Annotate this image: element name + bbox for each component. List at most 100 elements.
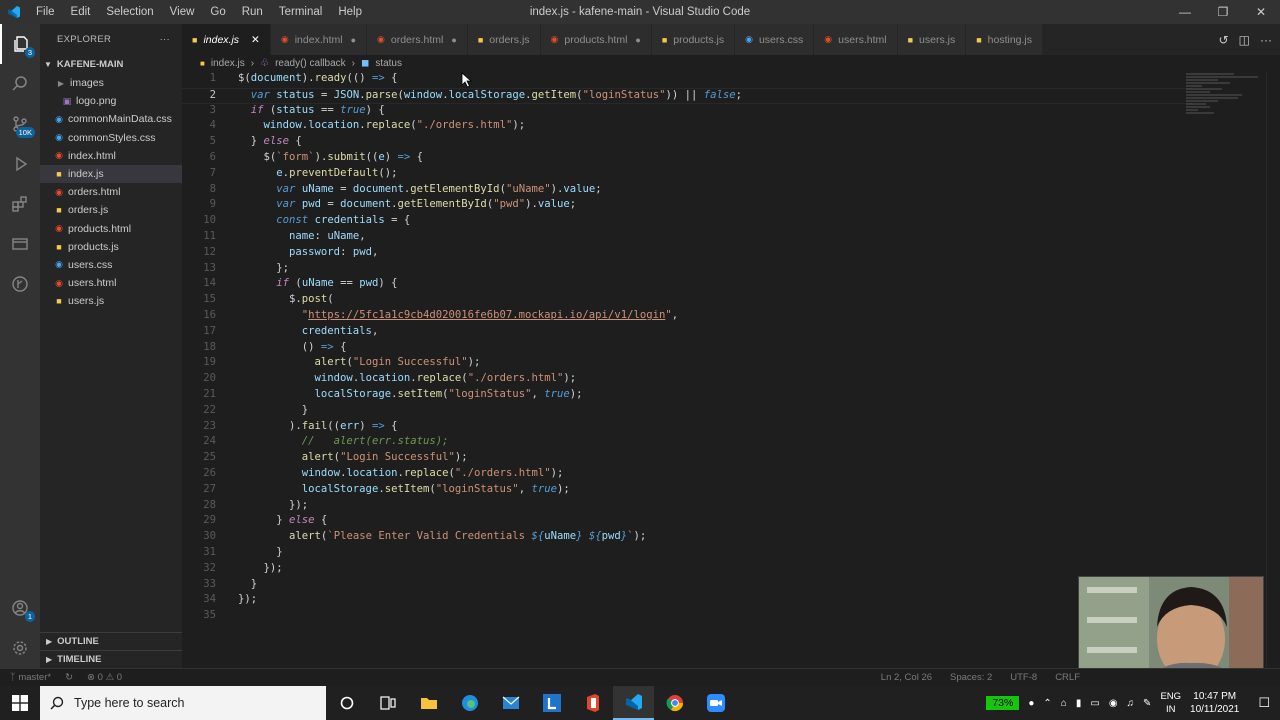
timeline-history-icon[interactable]: ↺ [1219,33,1229,47]
menu-terminal[interactable]: Terminal [271,6,330,18]
language-icon[interactable]: ✎ [1143,698,1151,709]
zoom-icon[interactable] [695,686,736,720]
tab-products-js[interactable]: ■ products.js [651,24,736,55]
tree-item-products-html[interactable]: ◉ products.html [40,220,182,238]
maximize-icon[interactable]: ❐ [1204,0,1242,24]
task-view-icon[interactable] [367,686,408,720]
tree-item-commonmaindata-css[interactable]: ◉ commonMainData.css [40,110,182,128]
problems-indicator[interactable]: ⊗ 0 ⚠ 0 [87,672,122,683]
tree-item-logo-png[interactable]: ▣ logo.png [40,92,182,110]
chevron-right-icon: ▶ [57,78,65,88]
source-control-icon[interactable]: 10K [0,104,40,144]
app-l-icon[interactable] [531,686,572,720]
chrome-icon[interactable] [654,686,695,720]
html-file-icon: ◉ [824,34,833,44]
tab-users-html[interactable]: ◉ users.html [814,24,898,55]
minimize-icon[interactable]: — [1166,0,1204,24]
cortana-icon[interactable] [326,686,367,720]
battery-icon[interactable]: ▭ [1090,698,1099,709]
extensions-icon[interactable] [0,184,40,224]
tab-orders-html[interactable]: ◉ orders.html ● [367,24,468,55]
cursor-position[interactable]: Ln 2, Col 26 [881,672,932,683]
breadcrumb-symbol[interactable]: status [375,58,402,69]
person-icon[interactable]: ● [1028,698,1034,709]
menu-edit[interactable]: Edit [63,6,99,18]
git-branch[interactable]: ᛉ master* [10,672,51,683]
windows-start-icon[interactable] [0,686,40,720]
sidebar-bottom-panels: ▶ OUTLINE ▶ TIMELINE [40,632,182,668]
battery-indicator[interactable]: 73% [986,696,1020,710]
line-ending[interactable]: CRLF [1055,672,1080,683]
menu-run[interactable]: Run [234,6,271,18]
volume-icon[interactable]: ♫ [1127,698,1135,709]
tree-item-label: users.js [68,295,105,308]
gear-icon[interactable] [0,628,40,668]
search-icon[interactable] [0,64,40,104]
tab-orders-js[interactable]: ■ orders.js [467,24,541,55]
tree-item-label: logo.png [76,95,117,108]
tree-item-index-js[interactable]: ■ index.js [40,164,182,184]
folder-section[interactable]: ▼ KAFENE-MAIN [40,54,182,74]
notification-icon[interactable]: ☐ [1248,695,1280,711]
more-actions-icon[interactable]: ··· [160,34,170,45]
code-line: 13 }; [203,261,290,274]
tree-item-images[interactable]: ▶ images [40,74,182,92]
menu-go[interactable]: Go [202,6,233,18]
edge-icon[interactable] [449,686,490,720]
tab-index-js[interactable]: ■ index.js ✕ [182,24,271,55]
vscode-taskbar-icon[interactable] [613,686,654,720]
vertical-scrollbar[interactable] [1266,72,1280,668]
webcam-icon[interactable]: ◉ [1109,698,1118,709]
code-line: 10 const credentials = { [203,214,411,227]
menu-selection[interactable]: Selection [98,6,161,18]
indentation[interactable]: Spaces: 2 [950,672,992,683]
mail-icon[interactable] [490,686,531,720]
tab-users-css[interactable]: ◉ users.css [735,24,815,55]
minimap[interactable] [1186,72,1266,122]
tree-item-orders-js[interactable]: ■ orders.js [40,201,182,219]
remote-explorer-icon[interactable] [0,224,40,264]
clock[interactable]: 10:47 PM 10/11/2021 [1190,690,1239,716]
tab-label: index.js [203,33,240,46]
outline-section[interactable]: ▶ OUTLINE [40,632,182,650]
git-history-icon[interactable] [0,264,40,304]
file-explorer-icon[interactable] [408,686,449,720]
tab-users-js[interactable]: ■ users.js [897,24,967,55]
tree-item-commonstyles-css[interactable]: ◉ commonStyles.css [40,129,182,147]
tree-item-users-js[interactable]: ■ users.js [40,292,182,310]
chevron-right-icon: ▶ [46,655,53,664]
close-tab-icon[interactable]: ✕ [251,34,260,46]
sync-icon[interactable]: ↻ [65,672,73,683]
menu-view[interactable]: View [162,6,203,18]
explorer-icon[interactable]: 3 [0,24,40,64]
account-icon[interactable]: 1 [0,588,40,628]
code-line: 16 "https://5fc1a1c9cb4d020016fe6b07.moc… [203,309,679,321]
tree-item-label: commonStyles.css [68,131,156,144]
tree-item-orders-html[interactable]: ◉ orders.html [40,183,182,201]
network-icon[interactable]: ⌂ [1061,698,1067,709]
tab-hosting-js[interactable]: ■ hosting.js [966,24,1043,55]
code-line: 34}); [203,593,258,606]
chevron-up-icon[interactable]: ⌃ [1043,698,1051,709]
tab-products-html[interactable]: ◉ products.html ● [540,24,652,55]
encoding[interactable]: UTF-8 [1010,672,1037,683]
tree-item-index-html[interactable]: ◉ index.html [40,147,182,165]
split-editor-icon[interactable]: ◫ [1239,33,1250,47]
css-file-icon: ◉ [55,259,63,270]
taskbar-search-box[interactable]: Type here to search [40,686,326,720]
breadcrumb-function[interactable]: ready() callback [275,58,346,69]
microphone-icon[interactable]: ▮ [1076,698,1082,709]
menu-file[interactable]: File [28,6,63,18]
tree-item-products-js[interactable]: ■ products.js [40,238,182,256]
tree-item-users-html[interactable]: ◉ users.html [40,274,182,292]
tab-index-html[interactable]: ◉ index.html ● [270,24,368,55]
run-debug-icon[interactable] [0,144,40,184]
tree-item-users-css[interactable]: ◉ users.css [40,256,182,274]
breadcrumb-file[interactable]: index.js [211,58,245,69]
more-actions-icon[interactable]: ··· [1260,33,1272,47]
office-icon[interactable] [572,686,613,720]
close-window-icon[interactable]: ✕ [1242,0,1280,24]
timeline-section[interactable]: ▶ TIMELINE [40,650,182,668]
input-language[interactable]: ENG IN [1160,690,1181,716]
menu-help[interactable]: Help [330,6,370,18]
